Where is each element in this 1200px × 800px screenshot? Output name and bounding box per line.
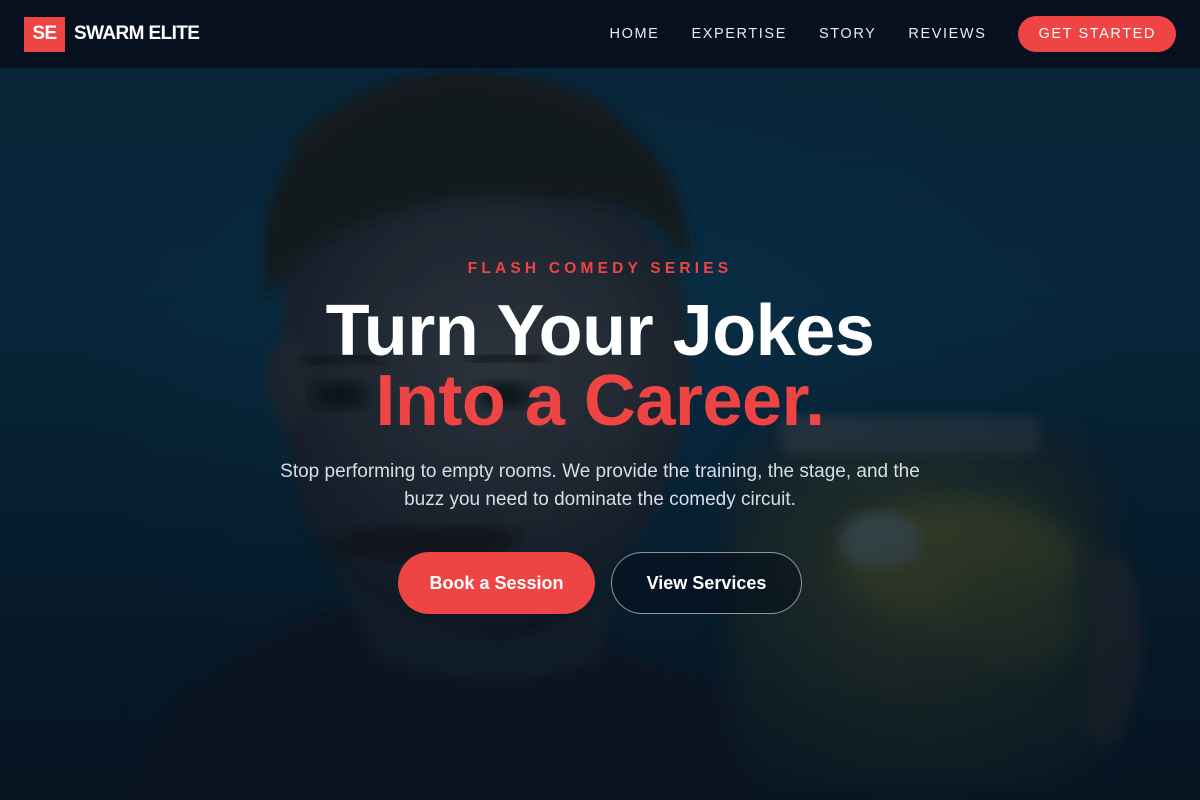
brand-logo[interactable]: SE SWARM ELITE [24,16,200,52]
hero-subcopy: Stop performing to empty rooms. We provi… [280,461,920,510]
hero-eyebrow: FLASH COMEDY SERIES [467,260,733,277]
headline-line-2: Into a Career. [375,361,825,441]
hero-cta-row: Book a Session View Services [398,552,802,614]
get-started-button[interactable]: GET STARTED [1018,16,1176,52]
nav-link-home[interactable]: HOME [610,26,660,42]
main-nav: HOME EXPERTISE STORY REVIEWS GET STARTED [610,16,1176,52]
hero-content: FLASH COMEDY SERIES Turn Your Jokes Into… [0,0,1200,800]
hero-headline: Turn Your Jokes Into a Career. [325,291,875,441]
top-navbar: SE SWARM ELITE HOME EXPERTISE STORY REVI… [0,0,1200,68]
nav-link-expertise[interactable]: EXPERTISE [691,26,787,42]
book-session-button[interactable]: Book a Session [398,552,595,614]
headline-line-1: Turn Your Jokes [325,291,875,371]
view-services-button[interactable]: View Services [611,552,802,614]
nav-link-reviews[interactable]: REVIEWS [908,26,986,42]
brand-mark: SE [24,16,65,52]
brand-name: SWARM ELITE [74,23,200,44]
nav-link-story[interactable]: STORY [819,26,876,42]
